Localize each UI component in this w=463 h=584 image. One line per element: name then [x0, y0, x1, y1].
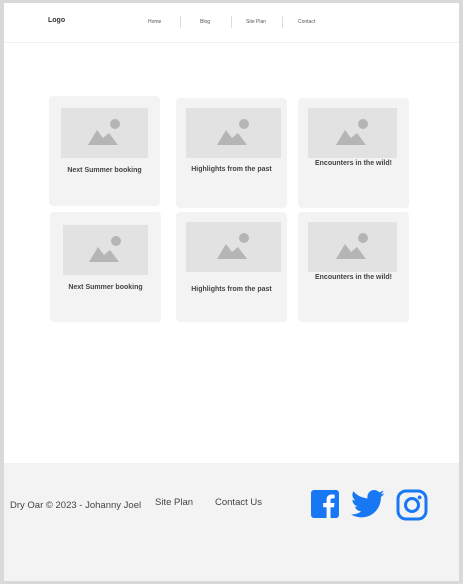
- card-title: Next Summer booking: [67, 167, 142, 174]
- page: Logo Home Blog Site Plan Contact Next Su…: [4, 3, 459, 581]
- nav-divider: [180, 16, 181, 28]
- footer: Dry Oar © 2023 - Johanny Joel Site Plan …: [4, 463, 459, 581]
- card-title: Encounters in the wild!: [314, 160, 392, 167]
- card-next-summer-booking[interactable]: Next Summer booking: [49, 96, 160, 206]
- nav-divider: [231, 16, 232, 28]
- instagram-icon[interactable]: [396, 489, 428, 521]
- image-placeholder-icon: [308, 222, 397, 272]
- footer-link-site-plan[interactable]: Site Plan: [155, 497, 193, 508]
- card-encounters-in-the-wild[interactable]: Encounters in the wild!: [298, 98, 409, 208]
- card-title: Encounters in the wild!: [314, 274, 392, 281]
- card-title: Highlights from the past: [191, 166, 272, 173]
- card-title: Next Summer booking: [68, 284, 143, 291]
- image-placeholder-icon: [308, 108, 397, 158]
- header: Logo Home Blog Site Plan Contact: [4, 3, 459, 43]
- image-placeholder-icon: [61, 108, 148, 158]
- image-placeholder-icon: [186, 108, 281, 158]
- facebook-icon[interactable]: [310, 489, 342, 521]
- image-placeholder-icon: [186, 222, 281, 272]
- copyright-text: Dry Oar © 2023 - Johanny Joel: [10, 500, 142, 511]
- twitter-icon[interactable]: [351, 489, 385, 521]
- nav-home[interactable]: Home: [148, 19, 161, 25]
- footer-link-contact-us[interactable]: Contact Us: [215, 497, 262, 508]
- nav-divider: [282, 16, 283, 28]
- card-title: Highlights from the past: [191, 286, 272, 293]
- card-encounters-in-the-wild[interactable]: Encounters in the wild!: [298, 212, 409, 322]
- nav-contact[interactable]: Contact: [298, 19, 315, 25]
- card-next-summer-booking[interactable]: Next Summer booking: [50, 212, 161, 322]
- image-placeholder-icon: [63, 225, 148, 275]
- nav-site-plan[interactable]: Site Plan: [246, 19, 266, 25]
- logo[interactable]: Logo: [48, 17, 65, 24]
- nav-blog[interactable]: Blog: [200, 19, 210, 25]
- card-highlights-from-the-past[interactable]: Highlights from the past: [176, 212, 287, 322]
- card-highlights-from-the-past[interactable]: Highlights from the past: [176, 98, 287, 208]
